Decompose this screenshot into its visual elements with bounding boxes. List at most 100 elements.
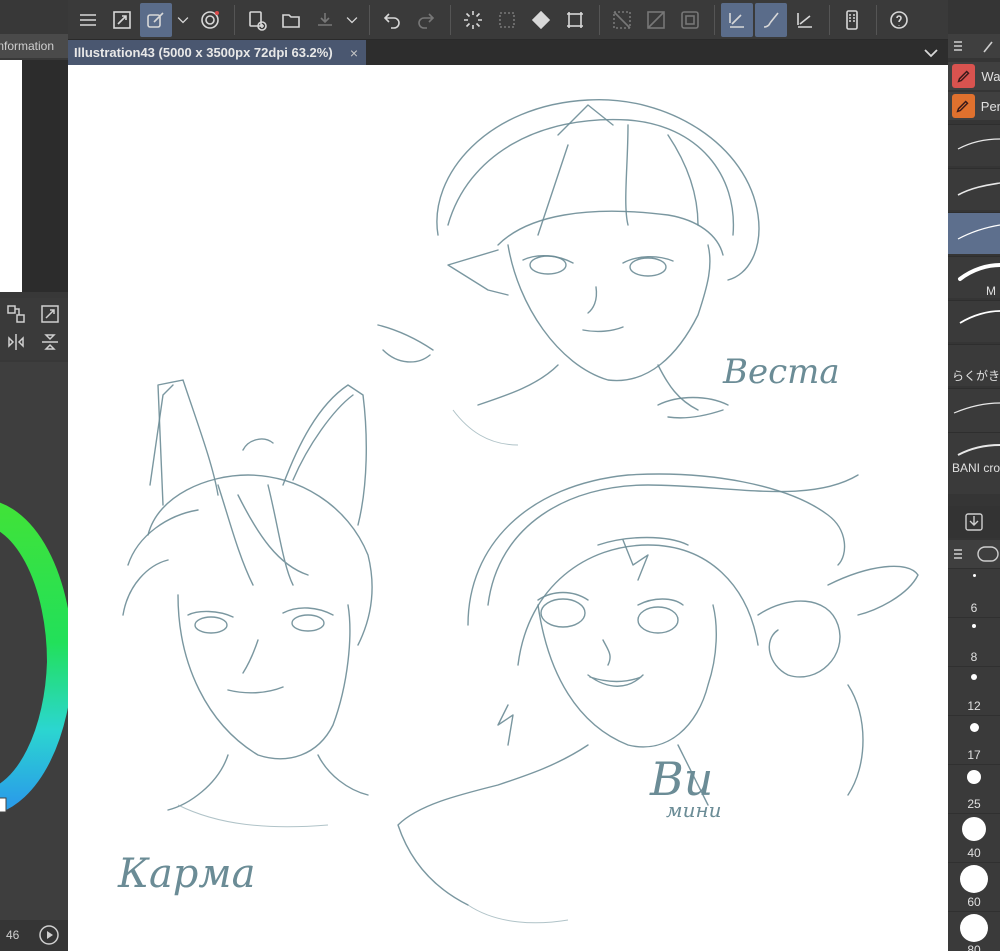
size-item[interactable]: 6	[948, 568, 1000, 617]
brush-stroke-preview	[957, 138, 1000, 150]
size-dot	[960, 914, 988, 942]
color-wheel[interactable]	[0, 362, 74, 922]
size-item[interactable]: 17	[948, 715, 1000, 764]
label-mini: мини	[666, 798, 722, 822]
tab-information-label: Information	[0, 39, 55, 53]
navigator-preview[interactable]	[0, 60, 22, 292]
tool-item-1[interactable]: Per	[948, 92, 1000, 120]
left-panel: Information 46	[0, 0, 74, 951]
undo-icon[interactable]	[376, 3, 408, 37]
size-value: 25	[967, 797, 981, 811]
tool-item-0[interactable]: Wa	[948, 62, 1000, 90]
brush-item-0[interactable]	[948, 124, 1000, 166]
flip-icon[interactable]	[640, 3, 672, 37]
brush-label: BANI cro	[952, 461, 1000, 475]
fill-icon[interactable]	[525, 3, 557, 37]
sketch-head-right	[397, 473, 919, 924]
new-canvas-icon[interactable]	[241, 3, 273, 37]
flip-vertical-icon[interactable]	[40, 332, 62, 354]
navigator-background	[22, 60, 68, 292]
size-dot	[973, 574, 976, 577]
size-dot	[971, 674, 977, 680]
toolbar-divider	[450, 4, 451, 35]
right-panel: Wa Per M らくがき BANI cro 6 8 12 17 25 40 6…	[948, 0, 1000, 951]
toolbar-divider	[234, 4, 235, 35]
brush-item-3[interactable]: M	[948, 256, 1000, 298]
brush-item-5[interactable]: らくがき	[948, 344, 1000, 386]
chevron-down-icon[interactable]	[174, 3, 192, 37]
size-item[interactable]: 80	[948, 911, 1000, 951]
clear-icon[interactable]	[606, 3, 638, 37]
tool-label: Wa	[981, 68, 1000, 84]
phone-icon[interactable]	[836, 3, 868, 37]
selection-tool-icon[interactable]	[140, 2, 172, 37]
fit-icon[interactable]	[106, 3, 138, 37]
tab-menu-chevron-icon[interactable]	[922, 44, 940, 62]
chevron-down-icon[interactable]	[343, 3, 361, 37]
open-folder-icon[interactable]	[275, 3, 307, 37]
import-icon[interactable]	[948, 506, 1000, 538]
brush-size-list: 6 8 12 17 25 40 60 80	[948, 568, 1000, 951]
sketch-artwork: Веста Карма Ви мини	[117, 98, 919, 924]
size-dot	[970, 723, 979, 732]
size-panel-header	[948, 540, 1000, 568]
toolbar-divider	[714, 4, 715, 35]
save-icon[interactable]	[309, 3, 341, 37]
size-value: 6	[970, 601, 978, 615]
size-item[interactable]: 40	[948, 813, 1000, 862]
toolbar-divider	[599, 4, 600, 35]
brush-item-4[interactable]	[948, 300, 1000, 342]
brush-item-1[interactable]	[948, 168, 1000, 210]
size-value: 17	[967, 748, 981, 762]
size-item[interactable]: 12	[948, 666, 1000, 715]
sketch-head-top	[377, 98, 760, 446]
brush-stroke-preview	[953, 402, 1000, 414]
size-dot	[967, 770, 981, 784]
loading-icon[interactable]	[457, 3, 489, 37]
spiral-icon[interactable]	[194, 3, 226, 37]
ruler-icon[interactable]	[789, 3, 821, 37]
hue-handle[interactable]	[0, 797, 7, 813]
flip-view-icon[interactable]	[6, 304, 28, 326]
color-wheel-panel[interactable]	[0, 362, 74, 922]
brush-stroke-preview	[957, 182, 1000, 196]
size-item[interactable]: 60	[948, 862, 1000, 911]
brush-item-2-selected[interactable]	[948, 212, 1000, 254]
size-item[interactable]: 8	[948, 617, 1000, 666]
size-item[interactable]: 25	[948, 764, 1000, 813]
pen-settings-icon[interactable]	[721, 2, 753, 37]
document-tab[interactable]: Illustration43 (5000 x 3500px 72dpi 63.2…	[68, 40, 366, 65]
tab-information[interactable]: Information	[0, 34, 68, 58]
main-toolbar	[68, 0, 948, 40]
fit-view-icon[interactable]	[40, 304, 62, 326]
play-icon[interactable]	[38, 924, 60, 946]
close-tab-icon[interactable]: ×	[350, 45, 358, 61]
document-tab-title: Illustration43 (5000 x 3500px 72dpi 63.2…	[74, 45, 333, 60]
brush-item-6	[948, 388, 1000, 432]
brush-settings-icon[interactable]	[755, 2, 787, 37]
crop-icon[interactable]	[559, 3, 591, 37]
size-dot	[972, 624, 976, 628]
transform-icon[interactable]	[491, 3, 523, 37]
label-vesta: Веста	[722, 352, 840, 392]
size-value: 60	[967, 895, 981, 909]
size-value: 80	[967, 943, 981, 951]
size-dot	[960, 865, 988, 893]
redo-icon[interactable]	[410, 3, 442, 37]
frame-icon[interactable]	[674, 3, 706, 37]
brush-label: M	[986, 284, 996, 298]
brush-stroke-preview	[959, 310, 1000, 324]
label-karma: Карма	[117, 851, 255, 897]
help-icon[interactable]	[883, 3, 915, 37]
size-value: 12	[967, 699, 981, 713]
brush-label: らくがき	[952, 369, 1000, 383]
sketch-head-left	[122, 379, 373, 828]
brush-size-value: 46	[6, 928, 20, 942]
brush-item-7[interactable]: BANI cro	[948, 432, 1000, 494]
toolbar-divider	[829, 4, 830, 35]
pen-icon	[952, 64, 976, 88]
pencil-icon	[952, 94, 975, 118]
menu-icon[interactable]	[72, 3, 104, 37]
drawing-canvas[interactable]: Веста Карма Ви мини	[68, 65, 948, 951]
flip-horizontal-icon[interactable]	[6, 332, 28, 354]
